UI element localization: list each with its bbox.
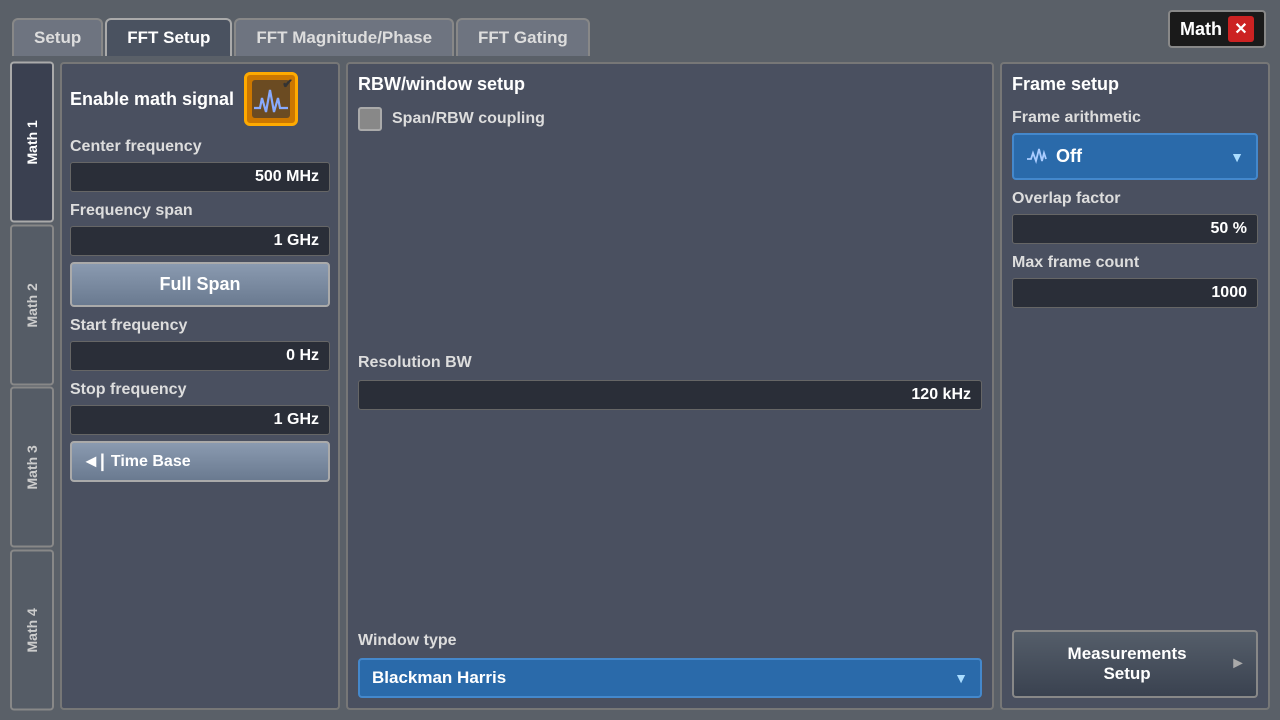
timebase-label: Time Base <box>111 453 191 471</box>
frame-arithmetic-label: Frame arithmetic <box>1012 109 1258 127</box>
math-close-button[interactable]: Math ✕ <box>1168 10 1266 48</box>
frame-arithmetic-value: Off <box>1056 146 1082 167</box>
sidebar-item-math3[interactable]: Math 3 <box>10 387 54 548</box>
fullspan-button[interactable]: Full Span <box>70 262 330 307</box>
max-frame-count-label: Max frame count <box>1012 254 1258 272</box>
span-rbw-checkbox[interactable] <box>358 107 382 131</box>
window-type-dropdown-arrow: ▼ <box>954 670 968 686</box>
start-freq-label: Start frequency <box>70 317 330 335</box>
frame-dropdown-inner: Off <box>1026 143 1082 170</box>
checkmark-icon: ✔ <box>282 76 293 92</box>
right-panel: Frame setup Frame arithmetic Off ▼ Overl… <box>1000 62 1270 710</box>
frame-dropdown-arrow: ▼ <box>1230 149 1244 165</box>
math-x-icon: ✕ <box>1228 16 1254 42</box>
math-close-label: Math <box>1180 19 1222 40</box>
left-panel: Enable math signal ✔ Center frequency 50… <box>60 62 340 710</box>
window-type-value: Blackman Harris <box>372 668 506 688</box>
tab-fft-mag-phase[interactable]: FFT Magnitude/Phase <box>234 18 454 56</box>
enable-math-icon-button[interactable]: ✔ <box>244 72 298 126</box>
frame-panel-title: Frame setup <box>1012 74 1258 95</box>
rbw-panel-title: RBW/window setup <box>358 74 982 95</box>
measurements-setup-arrow-icon: ► <box>1230 655 1246 673</box>
resolution-bw-input[interactable]: 120 kHz <box>358 380 982 410</box>
overlap-factor-label: Overlap factor <box>1012 190 1258 208</box>
tab-fft-setup[interactable]: FFT Setup <box>105 18 232 56</box>
span-rbw-label: Span/RBW coupling <box>392 110 545 128</box>
sidebar-item-math4[interactable]: Math 4 <box>10 550 54 711</box>
timebase-button[interactable]: ◄| Time Base <box>70 441 330 482</box>
main-content: Math 1 Math 2 Math 3 Math 4 Enable math … <box>0 56 1280 720</box>
timebase-arrow-icon: ◄| <box>82 451 105 472</box>
frame-waveform-icon <box>1026 143 1048 170</box>
resolution-bw-label: Resolution BW <box>358 354 982 372</box>
frame-waveform-svg <box>1026 143 1048 165</box>
window-type-dropdown[interactable]: Blackman Harris ▼ <box>358 658 982 698</box>
sidebar: Math 1 Math 2 Math 3 Math 4 <box>10 62 54 710</box>
freq-span-label: Frequency span <box>70 202 330 220</box>
enable-math-label: Enable math signal <box>70 89 234 110</box>
tab-bar: Setup FFT Setup FFT Magnitude/Phase FFT … <box>0 0 1280 56</box>
span-rbw-row: Span/RBW coupling <box>358 107 982 131</box>
stop-freq-input[interactable]: 1 GHz <box>70 405 330 435</box>
window-type-label: Window type <box>358 632 982 650</box>
measurements-setup-button[interactable]: MeasurementsSetup ► <box>1012 630 1258 698</box>
tab-fft-gating[interactable]: FFT Gating <box>456 18 590 56</box>
stop-freq-label: Stop frequency <box>70 381 330 399</box>
overlap-factor-input[interactable]: 50 % <box>1012 214 1258 244</box>
measurements-setup-label: MeasurementsSetup <box>1024 644 1230 684</box>
sidebar-item-math2[interactable]: Math 2 <box>10 225 54 386</box>
tab-setup[interactable]: Setup <box>12 18 103 56</box>
max-frame-count-input[interactable]: 1000 <box>1012 278 1258 308</box>
frame-arithmetic-dropdown[interactable]: Off ▼ <box>1012 133 1258 180</box>
center-freq-input[interactable]: 500 MHz <box>70 162 330 192</box>
enable-row: Enable math signal ✔ <box>70 72 330 126</box>
start-freq-input[interactable]: 0 Hz <box>70 341 330 371</box>
middle-panel: RBW/window setup Span/RBW coupling Resol… <box>346 62 994 710</box>
sidebar-item-math1[interactable]: Math 1 <box>10 62 54 223</box>
center-freq-label: Center frequency <box>70 138 330 156</box>
freq-span-input[interactable]: 1 GHz <box>70 226 330 256</box>
